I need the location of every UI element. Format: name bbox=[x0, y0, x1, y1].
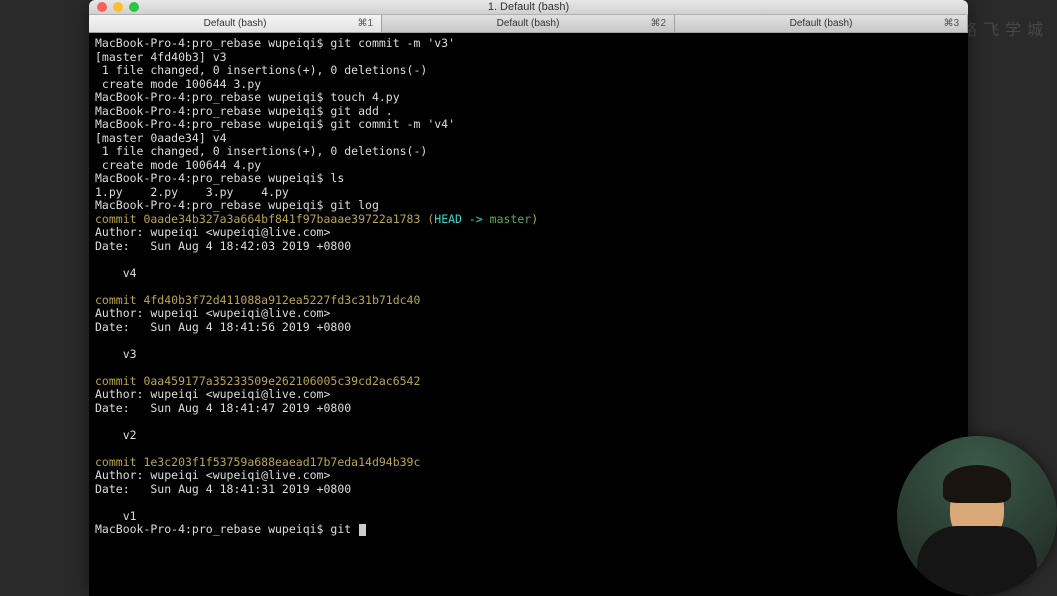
terminal-line bbox=[95, 280, 962, 294]
terminal-line: Author: wupeiqi <wupeiqi@live.com> bbox=[95, 226, 962, 240]
tab-3[interactable]: Default (bash) ⌘3 bbox=[675, 15, 968, 32]
tab-label: Default (bash) bbox=[497, 18, 560, 29]
tab-bar: Default (bash) ⌘1 Default (bash) ⌘2 Defa… bbox=[89, 15, 968, 33]
terminal-line: v3 bbox=[95, 348, 962, 362]
terminal-output[interactable]: MacBook-Pro-4:pro_rebase wupeiqi$ git co… bbox=[89, 33, 968, 541]
terminal-line: MacBook-Pro-4:pro_rebase wupeiqi$ git co… bbox=[95, 37, 962, 51]
terminal-line bbox=[95, 496, 962, 510]
terminal-line: MacBook-Pro-4:pro_rebase wupeiqi$ ls bbox=[95, 172, 962, 186]
terminal-line: MacBook-Pro-4:pro_rebase wupeiqi$ touch … bbox=[95, 91, 962, 105]
terminal-line: create mode 100644 4.py bbox=[95, 159, 962, 173]
terminal-line bbox=[95, 334, 962, 348]
terminal-line: commit 0aade34b327a3a664bf841f97baaae397… bbox=[95, 213, 962, 227]
tab-shortcut: ⌘3 bbox=[943, 18, 959, 29]
tab-2[interactable]: Default (bash) ⌘2 bbox=[382, 15, 675, 32]
terminal-prompt-line[interactable]: MacBook-Pro-4:pro_rebase wupeiqi$ git bbox=[95, 523, 962, 537]
terminal-line bbox=[95, 442, 962, 456]
terminal-line: Date: Sun Aug 4 18:42:03 2019 +0800 bbox=[95, 240, 962, 254]
tab-shortcut: ⌘2 bbox=[650, 18, 666, 29]
terminal-line: 1 file changed, 0 insertions(+), 0 delet… bbox=[95, 145, 962, 159]
tab-shortcut: ⌘1 bbox=[357, 18, 373, 29]
terminal-line bbox=[95, 415, 962, 429]
terminal-line: [master 0aade34] v4 bbox=[95, 132, 962, 146]
terminal-line: v1 bbox=[95, 510, 962, 524]
terminal-line: [master 4fd40b3] v3 bbox=[95, 51, 962, 65]
terminal-line: MacBook-Pro-4:pro_rebase wupeiqi$ git lo… bbox=[95, 199, 962, 213]
terminal-line: MacBook-Pro-4:pro_rebase wupeiqi$ git ad… bbox=[95, 105, 962, 119]
terminal-line: commit 0aa459177a35233509e262106005c39cd… bbox=[95, 375, 962, 389]
terminal-line: 1 file changed, 0 insertions(+), 0 delet… bbox=[95, 64, 962, 78]
traffic-lights bbox=[97, 2, 139, 12]
tab-label: Default (bash) bbox=[204, 18, 267, 29]
webcam-overlay bbox=[897, 436, 1057, 596]
terminal-line: v4 bbox=[95, 267, 962, 281]
close-icon[interactable] bbox=[97, 2, 107, 12]
terminal-line: commit 1e3c203f1f53759a688eaead17b7eda14… bbox=[95, 456, 962, 470]
window-titlebar[interactable]: 1. Default (bash) bbox=[89, 0, 968, 15]
terminal-line: MacBook-Pro-4:pro_rebase wupeiqi$ git co… bbox=[95, 118, 962, 132]
tab-1[interactable]: Default (bash) ⌘1 bbox=[89, 15, 382, 32]
window-title: 1. Default (bash) bbox=[97, 1, 960, 13]
terminal-line: Author: wupeiqi <wupeiqi@live.com> bbox=[95, 469, 962, 483]
terminal-line: commit 4fd40b3f72d411088a912ea5227fd3c31… bbox=[95, 294, 962, 308]
terminal-line: 1.py 2.py 3.py 4.py bbox=[95, 186, 962, 200]
terminal-line: Date: Sun Aug 4 18:41:31 2019 +0800 bbox=[95, 483, 962, 497]
terminal-line bbox=[95, 361, 962, 375]
tab-label: Default (bash) bbox=[790, 18, 853, 29]
terminal-line: Author: wupeiqi <wupeiqi@live.com> bbox=[95, 307, 962, 321]
terminal-line: create mode 100644 3.py bbox=[95, 78, 962, 92]
terminal-line: Date: Sun Aug 4 18:41:56 2019 +0800 bbox=[95, 321, 962, 335]
maximize-icon[interactable] bbox=[129, 2, 139, 12]
minimize-icon[interactable] bbox=[113, 2, 123, 12]
terminal-line bbox=[95, 253, 962, 267]
terminal-line: Author: wupeiqi <wupeiqi@live.com> bbox=[95, 388, 962, 402]
watermark-text: 路飞学城 bbox=[961, 16, 1049, 40]
cursor-icon bbox=[359, 524, 366, 536]
terminal-line: Date: Sun Aug 4 18:41:47 2019 +0800 bbox=[95, 402, 962, 416]
terminal-line: v2 bbox=[95, 429, 962, 443]
terminal-window: 1. Default (bash) Default (bash) ⌘1 Defa… bbox=[89, 0, 968, 596]
